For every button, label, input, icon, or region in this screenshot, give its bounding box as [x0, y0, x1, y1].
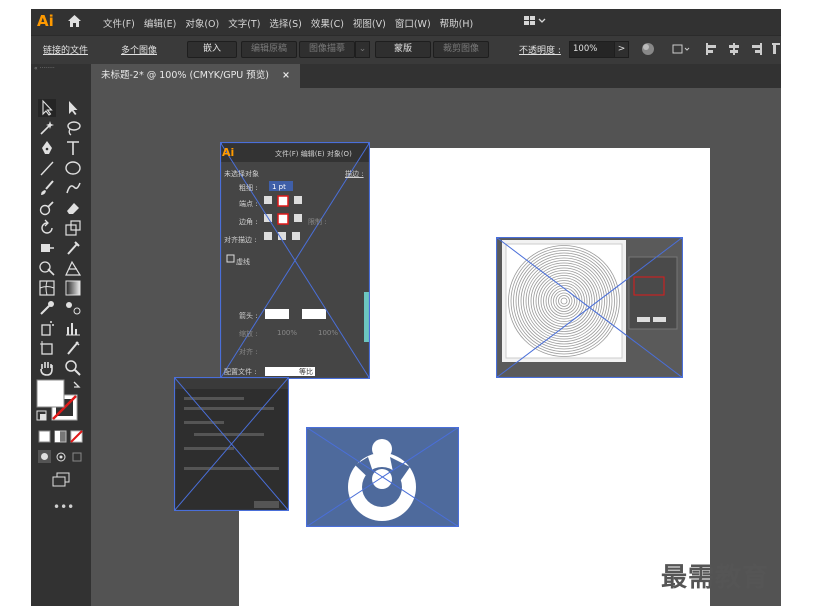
panel-shot-align-label: 对齐描边 : — [224, 236, 257, 244]
more-tools-icon[interactable]: ••• — [53, 500, 74, 514]
menu-bar: Ai 文件(F) 编辑(E) 对象(O) 文字(T) 选择(S) 效果(C) 视… — [31, 9, 781, 35]
linked-file-link[interactable]: 链接的文件 — [43, 43, 88, 56]
mask-button[interactable]: 蒙版 — [375, 41, 431, 58]
illustrator-window: Ai 文件(F) 编辑(E) 对象(O) 文字(T) 选择(S) 效果(C) 视… — [31, 9, 781, 606]
panel-shot-stroke-label: 描边 : — [345, 170, 364, 178]
opacity-label[interactable]: 不透明度 : — [519, 43, 561, 56]
placed-image-circles[interactable] — [496, 237, 683, 378]
blob-brush-tool-icon[interactable] — [38, 199, 56, 217]
tools-panel: « ········ ••• — [31, 64, 91, 606]
menu-edit[interactable]: 编辑(E) — [144, 16, 176, 30]
direct-selection-tool-icon[interactable] — [64, 99, 82, 117]
embed-button[interactable]: 嵌入 — [187, 41, 237, 58]
panel-shot-pct2: 100% — [318, 329, 339, 337]
artboard-tool-icon[interactable] — [38, 339, 56, 357]
document-title: 未标题-2* @ 100% (CMYK/GPU 预览) — [101, 70, 269, 81]
blend-tool-icon[interactable] — [64, 299, 82, 317]
panel-shot-dashed: 虚线 — [236, 258, 250, 266]
symbol-sprayer-tool-icon[interactable] — [38, 319, 56, 337]
column-graph-tool-icon[interactable] — [64, 319, 82, 337]
screen-mode-icon[interactable] — [51, 472, 71, 488]
panel-shot-arrow-label: 箭头 : — [239, 312, 258, 320]
zoom-tool-icon[interactable] — [64, 359, 82, 377]
perspective-grid-tool-icon[interactable] — [64, 259, 82, 277]
menu-object[interactable]: 对象(O) — [185, 16, 219, 30]
placed-image-logo-tile[interactable] — [306, 427, 459, 527]
lasso-tool-icon[interactable] — [64, 119, 82, 137]
watermark: 最需教育 — [661, 563, 770, 593]
panel-grip[interactable]: « ········ — [34, 66, 88, 72]
grid-icon[interactable] — [524, 15, 546, 27]
opacity-arrow-button[interactable]: > — [614, 41, 629, 58]
panel-shot-profile-value: 等比 — [299, 368, 313, 376]
panel-shot-pct1: 100% — [277, 329, 298, 337]
width-tool-icon[interactable] — [38, 239, 56, 257]
color-mode-buttons[interactable] — [38, 430, 86, 444]
line-tool-icon[interactable] — [38, 159, 56, 177]
edit-original-button[interactable]: 编辑原稿 — [241, 41, 297, 58]
panel-shot-corner-label: 边角 : — [239, 218, 258, 226]
control-bar: 链接的文件 多个图像 嵌入 编辑原稿 图像描摹 ⌄ 蒙版 裁剪图像 不透明度 :… — [31, 35, 781, 65]
multiple-images-link[interactable]: 多个图像 — [121, 43, 157, 56]
selection-tool-icon[interactable] — [38, 99, 56, 117]
transform-icon[interactable] — [671, 42, 693, 56]
mesh-tool-icon[interactable] — [38, 279, 56, 297]
recolor-icon[interactable] — [641, 42, 655, 56]
menu-type[interactable]: 文字(T) — [228, 16, 260, 30]
panel-shot-menus: 文件(F) 编辑(E) 对象(O) — [275, 150, 352, 158]
panel-shot-no-selection: 未选择对象 — [224, 170, 259, 178]
shape-builder-tool-icon[interactable] — [38, 259, 56, 277]
placed-image-dark-dialog[interactable] — [174, 377, 289, 511]
puppet-warp-tool-icon[interactable] — [64, 239, 82, 257]
menu-file[interactable]: 文件(F) — [103, 16, 135, 30]
menu-view[interactable]: 视图(V) — [353, 16, 386, 30]
panel-shot-limit-label: 限制 : — [308, 218, 327, 226]
main-menus: 文件(F) 编辑(E) 对象(O) 文字(T) 选择(S) 效果(C) 视图(V… — [103, 16, 473, 30]
image-trace-button[interactable]: 图像描摹 — [299, 41, 355, 58]
menu-help[interactable]: 帮助(H) — [440, 16, 474, 30]
document-tab-bar: 未标题-2* @ 100% (CMYK/GPU 预览) × — [91, 64, 781, 88]
pen-tool-icon[interactable] — [38, 139, 56, 157]
hand-tool-icon[interactable] — [38, 359, 56, 377]
eraser-tool-icon[interactable] — [64, 199, 82, 217]
panel-shot-weight-value: 1 pt — [272, 183, 286, 191]
panel-shot-profile-label: 配置文件 : — [224, 368, 257, 376]
align-center-icon[interactable] — [727, 42, 741, 56]
crop-image-button[interactable]: 裁剪图像 — [433, 41, 489, 58]
align-left-icon[interactable] — [705, 42, 719, 56]
document-tab[interactable]: 未标题-2* @ 100% (CMYK/GPU 预览) × — [91, 64, 300, 88]
panel-shot-align2-label: 对齐 : — [239, 348, 258, 356]
paintbrush-tool-icon[interactable] — [38, 179, 56, 197]
rotate-tool-icon[interactable] — [38, 219, 56, 237]
slice-tool-icon[interactable] — [64, 339, 82, 357]
menu-window[interactable]: 窗口(W) — [395, 16, 431, 30]
scale-tool-icon[interactable] — [64, 219, 82, 237]
panel-shot-weight-label: 粗细 : — [239, 184, 258, 192]
gradient-tool-icon[interactable] — [64, 279, 82, 297]
panel-shot-scale-label: 缩放 : — [239, 330, 258, 338]
drawing-mode-buttons[interactable] — [38, 450, 86, 464]
home-icon[interactable] — [67, 14, 82, 29]
close-tab-icon[interactable]: × — [282, 70, 290, 81]
fill-stroke-swatches[interactable] — [36, 378, 82, 424]
type-tool-icon[interactable] — [64, 139, 82, 157]
app-logo: Ai — [37, 12, 54, 30]
panel-shot-logo: Ai — [222, 146, 235, 159]
ellipse-tool-icon[interactable] — [64, 159, 82, 177]
magic-wand-tool-icon[interactable] — [38, 119, 56, 137]
menu-effect[interactable]: 效果(C) — [311, 16, 344, 30]
align-right-icon[interactable] — [749, 42, 763, 56]
panel-shot-cap-label: 端点 : — [239, 200, 258, 208]
opacity-input[interactable]: 100% — [569, 41, 616, 58]
trace-preset-dropdown[interactable]: ⌄ — [355, 41, 370, 58]
align-top-icon[interactable] — [771, 42, 781, 56]
eyedropper-tool-icon[interactable] — [38, 299, 56, 317]
menu-select[interactable]: 选择(S) — [269, 16, 301, 30]
shaper-tool-icon[interactable] — [64, 179, 82, 197]
